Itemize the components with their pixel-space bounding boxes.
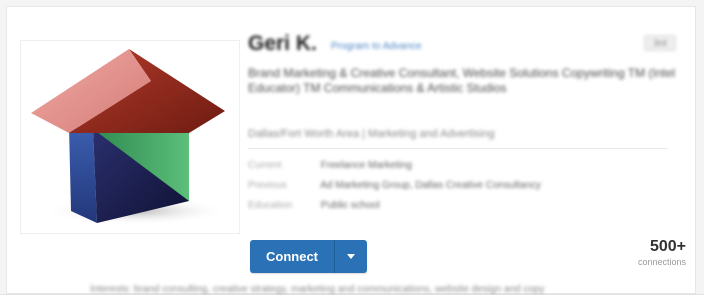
connections-summary: 500+ connections <box>638 238 686 267</box>
footer-text: Interests: brand consulting, creative st… <box>90 284 545 295</box>
detail-row-education: Education Public school <box>248 200 380 211</box>
connect-options-button[interactable] <box>335 240 367 273</box>
connections-label: connections <box>637 257 686 267</box>
detail-row-previous: Previous Ad Marketing Group, Dallas Crea… <box>248 180 541 191</box>
detail-label: Education <box>248 200 293 211</box>
profile-name-link[interactable]: Program to Advance <box>331 41 422 52</box>
detail-value[interactable]: Public school <box>321 200 380 211</box>
profile-headline: Brand Marketing & Creative Consultant, W… <box>248 66 676 95</box>
section-divider <box>248 148 668 149</box>
house-logo-icon <box>31 49 228 225</box>
connect-button-group: Connect <box>250 240 367 273</box>
caret-down-icon <box>347 254 355 259</box>
profile-location: Dallas/Fort Worth Area | Marketing and A… <box>248 128 495 140</box>
profile-name[interactable]: Geri K. <box>248 32 317 56</box>
detail-value[interactable]: Freelance Marketing <box>321 160 412 171</box>
connect-button[interactable]: Connect <box>250 240 335 273</box>
detail-row-current: Current Freelance Marketing <box>248 160 412 171</box>
profile-photo[interactable] <box>20 40 240 234</box>
detail-label: Previous <box>248 180 287 191</box>
detail-value[interactable]: Ad Marketing Group, Dallas Creative Cons… <box>320 180 541 191</box>
detail-label: Current <box>248 160 282 171</box>
profile-card: Geri K. Program to Advance 3rd Brand Mar… <box>0 0 704 295</box>
connections-count: 500+ <box>649 238 686 255</box>
degree-badge: 3rd <box>644 35 676 51</box>
